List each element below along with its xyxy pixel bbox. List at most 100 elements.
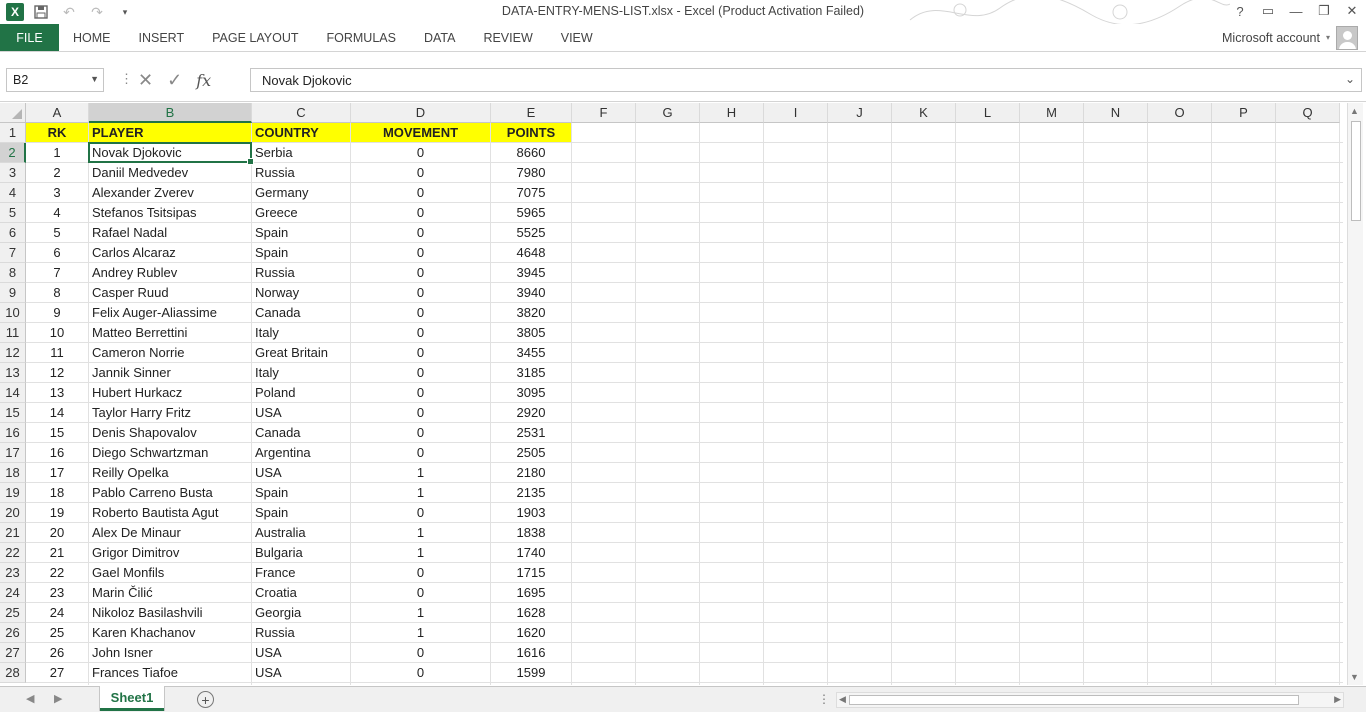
table-cell[interactable]: Daniil Medvedev (89, 163, 251, 183)
help-icon[interactable]: ? (1226, 0, 1254, 22)
table-cell[interactable]: 14 (26, 403, 88, 423)
account-menu[interactable]: Microsoft account ▾ (1222, 24, 1358, 51)
table-cell[interactable]: Alex De Minaur (89, 523, 251, 543)
table-cell[interactable]: 0 (351, 503, 490, 523)
table-cell[interactable]: 1715 (491, 563, 571, 583)
table-cell[interactable]: Nikoloz Basilashvili (89, 603, 251, 623)
horizontal-scroll-thumb[interactable] (849, 695, 1299, 705)
tab-review[interactable]: REVIEW (469, 24, 546, 51)
table-cell[interactable]: 5965 (491, 203, 571, 223)
row-header[interactable]: 28 (0, 663, 26, 683)
row-header[interactable]: 13 (0, 363, 26, 383)
table-cell[interactable]: Hubert Hurkacz (89, 383, 251, 403)
scroll-right-icon[interactable]: ▶ (1334, 694, 1341, 705)
table-cell[interactable]: 22 (26, 563, 88, 583)
row-header[interactable]: 10 (0, 303, 26, 323)
table-cell[interactable]: 0 (351, 363, 490, 383)
row-header[interactable]: 15 (0, 403, 26, 423)
tab-home[interactable]: HOME (59, 24, 125, 51)
column-header[interactable]: A (26, 103, 89, 123)
column-header[interactable]: Q (1276, 103, 1340, 123)
table-cell[interactable]: 24 (26, 603, 88, 623)
table-cell[interactable]: 3 (26, 183, 88, 203)
table-cell[interactable]: 0 (351, 343, 490, 363)
worksheet-grid[interactable]: A B C D E F G H I J K L M N O P Q 1 2 3 4 5 6 7 8 9 10 11 12 13 14 15 16… (0, 103, 1343, 685)
row-header[interactable]: 5 (0, 203, 26, 223)
table-cell[interactable]: Andrey Rublev (89, 263, 251, 283)
table-cell[interactable]: 6 (26, 243, 88, 263)
column-header[interactable]: E (491, 103, 572, 123)
table-cell[interactable]: 4648 (491, 243, 571, 263)
row-header[interactable]: 4 (0, 183, 26, 203)
header-cell[interactable]: RK (26, 123, 88, 142)
table-cell[interactable]: Felix Auger-Aliassime (89, 303, 251, 323)
table-cell[interactable]: Serbia (252, 143, 350, 163)
table-cell[interactable]: Spain (252, 483, 350, 503)
table-cell[interactable]: 2505 (491, 443, 571, 463)
table-cell[interactable]: 0 (351, 403, 490, 423)
table-cell[interactable]: 18 (26, 483, 88, 503)
table-cell[interactable]: 0 (351, 223, 490, 243)
tab-file[interactable]: FILE (0, 24, 59, 51)
table-cell[interactable]: Italy (252, 323, 350, 343)
table-cell[interactable]: 9 (26, 303, 88, 323)
table-cell[interactable]: 1740 (491, 543, 571, 563)
table-cell[interactable]: Gael Monfils (89, 563, 251, 583)
tab-view[interactable]: VIEW (547, 24, 607, 51)
table-cell[interactable]: 0 (351, 563, 490, 583)
tab-page-layout[interactable]: PAGE LAYOUT (198, 24, 312, 51)
table-cell[interactable]: 2531 (491, 423, 571, 443)
table-cell[interactable]: 27 (26, 663, 88, 683)
row-header[interactable]: 9 (0, 283, 26, 303)
table-cell[interactable]: 1 (351, 543, 490, 563)
table-cell[interactable]: 3185 (491, 363, 571, 383)
table-cell[interactable]: 1 (351, 623, 490, 643)
column-header[interactable]: P (1212, 103, 1276, 123)
table-cell[interactable]: Casper Ruud (89, 283, 251, 303)
table-cell[interactable]: 12 (26, 363, 88, 383)
table-cell[interactable]: 3945 (491, 263, 571, 283)
table-cell[interactable]: 7075 (491, 183, 571, 203)
formula-input[interactable]: Novak Djokovic ⌄ (250, 68, 1362, 92)
table-cell[interactable]: Stefanos Tsitsipas (89, 203, 251, 223)
table-cell[interactable]: Russia (252, 263, 350, 283)
table-cell[interactable]: Russia (252, 163, 350, 183)
name-box[interactable]: B2 ▼ (6, 68, 104, 92)
table-cell[interactable]: Reilly Opelka (89, 463, 251, 483)
column-header[interactable]: M (1020, 103, 1084, 123)
table-cell[interactable]: Novak Djokovic (89, 143, 251, 163)
tab-formulas[interactable]: FORMULAS (313, 24, 410, 51)
table-cell[interactable]: Australia (252, 523, 350, 543)
table-cell[interactable]: 0 (351, 663, 490, 683)
table-cell[interactable]: Rafael Nadal (89, 223, 251, 243)
vertical-scroll-thumb[interactable] (1351, 121, 1361, 221)
table-cell[interactable]: 8660 (491, 143, 571, 163)
table-cell[interactable]: 2180 (491, 463, 571, 483)
column-header[interactable]: F (572, 103, 636, 123)
table-cell[interactable]: 23 (26, 583, 88, 603)
row-header[interactable]: 18 (0, 463, 26, 483)
table-cell[interactable]: 1620 (491, 623, 571, 643)
table-cell[interactable]: 0 (351, 243, 490, 263)
tab-data[interactable]: DATA (410, 24, 469, 51)
vertical-scrollbar[interactable]: ▲ ▼ (1347, 103, 1363, 685)
table-cell[interactable]: Grigor Dimitrov (89, 543, 251, 563)
table-cell[interactable]: Argentina (252, 443, 350, 463)
add-sheet-icon[interactable]: + (197, 691, 214, 708)
minimize-icon[interactable]: — (1282, 0, 1310, 22)
table-cell[interactable]: Great Britain (252, 343, 350, 363)
column-header[interactable]: N (1084, 103, 1148, 123)
table-cell[interactable]: 17 (26, 463, 88, 483)
row-header[interactable]: 19 (0, 483, 26, 503)
scroll-down-icon[interactable]: ▼ (1350, 672, 1359, 682)
table-cell[interactable]: 2920 (491, 403, 571, 423)
table-cell[interactable]: 3095 (491, 383, 571, 403)
table-cell[interactable]: 1616 (491, 643, 571, 663)
row-header[interactable]: 8 (0, 263, 26, 283)
table-cell[interactable]: 11 (26, 343, 88, 363)
row-header[interactable]: 11 (0, 323, 26, 343)
column-header[interactable]: L (956, 103, 1020, 123)
table-cell[interactable]: 25 (26, 623, 88, 643)
table-cell[interactable]: 3820 (491, 303, 571, 323)
next-sheet-icon[interactable]: ▶ (54, 692, 62, 705)
